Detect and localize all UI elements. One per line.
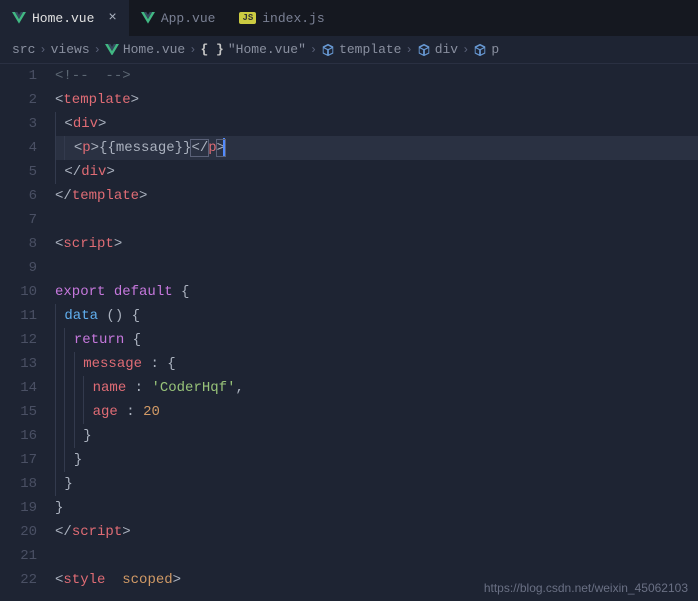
breadcrumb-item[interactable]: Home.vue — [123, 42, 185, 57]
code-token: } — [64, 476, 72, 492]
code-token: > — [173, 572, 181, 588]
code-token: <!-- — [55, 68, 89, 84]
code-token: < — [74, 140, 82, 156]
code-token: 'CoderHqf' — [151, 380, 235, 396]
chevron-right-icon: › — [462, 43, 469, 57]
code-token: > — [91, 140, 99, 156]
code-token: </ — [55, 188, 72, 204]
tab-index-js[interactable]: JS index.js — [227, 0, 336, 36]
code-token: --> — [105, 68, 130, 84]
breadcrumb-item[interactable]: src — [12, 42, 35, 57]
code-token: , — [235, 380, 243, 396]
breadcrumb-item[interactable]: views — [51, 42, 90, 57]
code-token: message — [83, 356, 142, 372]
code-token: script — [63, 236, 113, 252]
cube-icon — [321, 43, 335, 57]
code-token: } — [74, 452, 82, 468]
vue-icon — [141, 12, 155, 24]
breadcrumb-item[interactable]: p — [491, 42, 499, 57]
code-token: age — [93, 404, 118, 420]
code-token: </ — [64, 164, 81, 180]
code-token: } — [55, 500, 63, 516]
tab-label: App.vue — [161, 11, 216, 26]
code-token: > — [106, 164, 114, 180]
vue-icon — [105, 44, 119, 56]
code-token: div — [81, 164, 106, 180]
code-token: return — [74, 332, 124, 348]
code-area[interactable]: <!-- --> <template> <div> <p>{{message}}… — [55, 64, 698, 597]
line-gutter: 12345678910111213141516171819202122 — [0, 64, 55, 597]
tab-label: Home.vue — [32, 11, 94, 26]
code-token: () — [106, 308, 123, 324]
code-token: > — [98, 116, 106, 132]
code-token: : — [150, 356, 158, 372]
cube-icon — [473, 43, 487, 57]
code-token: p — [82, 140, 90, 156]
vue-icon — [12, 12, 26, 24]
code-token: { — [167, 356, 175, 372]
code-token: name — [93, 380, 127, 396]
js-icon: JS — [239, 12, 256, 24]
code-token: : — [135, 380, 143, 396]
code-token: 20 — [143, 404, 160, 420]
breadcrumb-item[interactable]: template — [339, 42, 401, 57]
tab-home-vue[interactable]: Home.vue × — [0, 0, 129, 36]
code-token: script — [72, 524, 122, 540]
code-token: template — [72, 188, 139, 204]
chevron-right-icon: › — [310, 43, 317, 57]
code-token: { — [181, 284, 189, 300]
editor-tabs: Home.vue × App.vue JS index.js — [0, 0, 698, 36]
code-token: { — [132, 308, 140, 324]
braces-icon: { } — [200, 42, 223, 57]
code-token: > — [122, 524, 130, 540]
close-icon[interactable]: × — [108, 10, 116, 26]
code-token: > — [114, 236, 122, 252]
code-token: export — [55, 284, 105, 300]
code-token: default — [114, 284, 173, 300]
code-token: scoped — [122, 572, 172, 588]
chevron-right-icon: › — [39, 43, 46, 57]
watermark: https://blog.csdn.net/weixin_45062103 — [484, 581, 688, 595]
code-token: {{message}} — [99, 140, 191, 156]
breadcrumb-item[interactable]: "Home.vue" — [228, 42, 306, 57]
chevron-right-icon: › — [189, 43, 196, 57]
code-token: template — [63, 92, 130, 108]
tab-app-vue[interactable]: App.vue — [129, 0, 228, 36]
code-token: > — [139, 188, 147, 204]
code-token: { — [133, 332, 141, 348]
code-token: style — [63, 572, 105, 588]
chevron-right-icon: › — [406, 43, 413, 57]
code-token: > — [131, 92, 139, 108]
code-token: p — [208, 140, 216, 156]
cube-icon — [417, 43, 431, 57]
code-token: } — [83, 428, 91, 444]
chevron-right-icon: › — [94, 43, 101, 57]
code-editor[interactable]: 12345678910111213141516171819202122 <!--… — [0, 64, 698, 597]
code-token: </ — [191, 140, 208, 156]
breadcrumb: src › views › Home.vue › { } "Home.vue" … — [0, 36, 698, 64]
code-token: data — [64, 308, 98, 324]
code-token: : — [126, 404, 134, 420]
code-token: div — [73, 116, 98, 132]
code-token: < — [64, 116, 72, 132]
tab-label: index.js — [262, 11, 324, 26]
cursor — [223, 138, 225, 156]
code-token: </ — [55, 524, 72, 540]
breadcrumb-item[interactable]: div — [435, 42, 458, 57]
